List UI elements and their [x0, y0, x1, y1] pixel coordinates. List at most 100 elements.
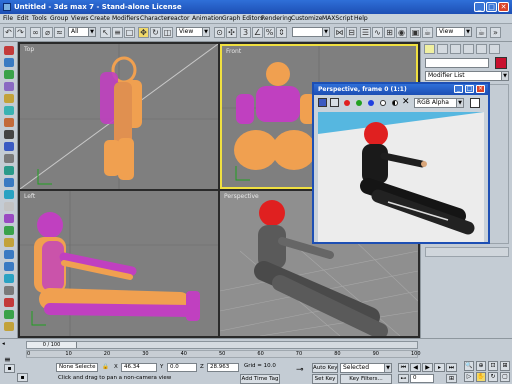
deforming-mesh-icon[interactable]	[4, 94, 14, 103]
x-coordinate-field[interactable]: 46.34	[121, 363, 157, 372]
angle-snap-icon[interactable]: ∠	[252, 27, 263, 38]
utilities-tab-icon[interactable]	[489, 44, 500, 54]
link-icon[interactable]: ∞	[30, 27, 41, 38]
menu-rendering[interactable]: Rendering	[261, 14, 292, 24]
rope-collection-icon[interactable]	[4, 82, 14, 91]
menu-create[interactable]: Create	[90, 14, 110, 24]
soft-body-modifier-icon[interactable]	[4, 262, 14, 271]
snap-icon[interactable]: 3	[240, 27, 251, 38]
property-editor-icon[interactable]	[4, 286, 14, 295]
render-last-icon[interactable]: ☕	[476, 27, 487, 38]
selection-filter-dropdown[interactable]: All ▼	[68, 27, 96, 37]
manipulate-icon[interactable]: ✣	[226, 27, 237, 38]
display-tab-icon[interactable]	[476, 44, 487, 54]
zoom-icon[interactable]: 🔍	[464, 361, 474, 371]
arc-rotate-icon[interactable]: ↻	[488, 372, 498, 382]
clone-window-icon[interactable]	[330, 98, 339, 107]
cloth-modifier-icon[interactable]	[4, 250, 14, 259]
object-color-swatch[interactable]	[495, 57, 507, 69]
modify-tab-icon[interactable]	[437, 44, 448, 54]
rigid-body-collection-icon[interactable]	[4, 46, 14, 55]
render-maximize-button[interactable]: □	[465, 85, 474, 93]
prismatic-icon[interactable]	[4, 178, 14, 187]
ragdoll-icon[interactable]	[4, 166, 14, 175]
zoom-extents-icon[interactable]: ⊡	[488, 361, 498, 371]
curve-editor-icon[interactable]: ∿	[372, 27, 383, 38]
maximize-viewport-icon[interactable]: ▢	[500, 372, 510, 382]
mini-curve-editor-icon[interactable]: ≡	[4, 355, 11, 364]
stack-controls[interactable]	[425, 247, 509, 257]
auto-key-button[interactable]: Auto Key	[312, 363, 338, 373]
hinge-icon[interactable]	[4, 142, 14, 151]
time-configuration-icon[interactable]: ⊞	[446, 374, 457, 383]
maximize-button[interactable]: □	[486, 2, 497, 12]
menu-edit[interactable]: Edit	[17, 14, 29, 24]
time-slider-thumb[interactable]: 0 / 100	[27, 342, 77, 348]
clear-icon[interactable]: ✕	[402, 97, 410, 107]
pivot-center-icon[interactable]: ⊙	[214, 27, 225, 38]
soft-body-collection-icon[interactable]	[4, 70, 14, 79]
green-channel-icon[interactable]	[356, 100, 362, 106]
next-frame-icon[interactable]: ▸	[434, 363, 445, 372]
hierarchy-tab-icon[interactable]	[450, 44, 461, 54]
mirror-icon[interactable]: ⋈	[334, 27, 345, 38]
set-key-button[interactable]: Set Key	[312, 374, 338, 384]
point-to-point-icon[interactable]	[4, 154, 14, 163]
bind-space-warp-icon[interactable]: ≈	[54, 27, 65, 38]
alpha-channel-icon[interactable]	[380, 100, 386, 106]
create-animation-icon[interactable]	[4, 322, 14, 331]
add-time-tag-button[interactable]: Add Time Tag	[240, 374, 280, 384]
select-region-icon[interactable]: □	[124, 27, 135, 38]
monochrome-icon[interactable]	[392, 100, 398, 106]
select-icon[interactable]: ↖	[100, 27, 111, 38]
blue-channel-icon[interactable]	[368, 100, 374, 106]
menu-modifiers[interactable]: Modifiers	[112, 14, 139, 24]
render-scene-icon[interactable]: ▣	[410, 27, 421, 38]
spring-icon[interactable]	[4, 118, 14, 127]
menu-animation[interactable]: Animation	[192, 14, 223, 24]
percent-snap-icon[interactable]: %	[264, 27, 275, 38]
cloth-collection-icon[interactable]	[4, 58, 14, 67]
menu-tools[interactable]: Tools	[32, 14, 47, 24]
time-slider[interactable]: 0 / 100	[26, 341, 418, 349]
unlink-icon[interactable]: ⌀	[42, 27, 53, 38]
menu-customize[interactable]: Customize	[291, 14, 323, 24]
lock-selection-icon[interactable]: 🔒	[102, 364, 109, 370]
y-coordinate-field[interactable]: 0.0	[167, 363, 197, 372]
viewport-left[interactable]: Left	[20, 191, 218, 336]
current-frame-field[interactable]: 0	[410, 374, 434, 383]
render-frame-window[interactable]: Perspective, frame 0 (1:1) _ □ × ✕ RGB A…	[312, 82, 490, 244]
spinner-snap-icon[interactable]: ⇕	[276, 27, 287, 38]
named-selection-dropdown[interactable]: ▼	[292, 27, 330, 37]
plane-icon[interactable]	[4, 106, 14, 115]
analyze-world-icon[interactable]	[4, 298, 14, 307]
viewport-top[interactable]: Top	[20, 44, 218, 189]
render-minimize-button[interactable]: _	[454, 85, 463, 93]
select-by-name-icon[interactable]: ≡	[112, 27, 123, 38]
key-mode-toggle-icon[interactable]: ⊷	[398, 374, 409, 383]
fracture-icon[interactable]	[4, 202, 14, 211]
timeline-start-icon[interactable]: ◂	[2, 341, 5, 347]
layer-manager-icon[interactable]: ☰	[360, 27, 371, 38]
zoom-all-icon[interactable]: ⊕	[476, 361, 486, 371]
minimize-button[interactable]: _	[474, 2, 485, 12]
select-rotate-icon[interactable]: ↻	[150, 27, 161, 38]
modifier-list-dropdown[interactable]: Modifier List ▼	[425, 71, 509, 81]
previous-frame-icon[interactable]: ◀	[410, 363, 421, 372]
undo-icon[interactable]: ↶	[3, 27, 14, 38]
menu-help[interactable]: Help	[354, 14, 368, 24]
key-mode-dropdown[interactable]: Selected ▼	[340, 363, 392, 373]
motor-icon[interactable]	[4, 226, 14, 235]
material-editor-icon[interactable]: ◉	[396, 27, 407, 38]
redo-icon[interactable]: ↷	[15, 27, 26, 38]
quick-render-icon[interactable]: ☕	[422, 27, 433, 38]
save-bitmap-icon[interactable]	[318, 98, 327, 107]
go-to-end-icon[interactable]: ⏭	[446, 363, 457, 372]
key-icon[interactable]: ⊸	[296, 365, 304, 375]
maxscript-mini-icon[interactable]: ▪	[17, 373, 28, 382]
select-move-icon[interactable]: ✥	[138, 27, 149, 38]
menu-views[interactable]: Views	[71, 14, 88, 24]
key-filters-button[interactable]: Key Filters...	[340, 374, 392, 384]
zoom-extents-all-icon[interactable]: ⊞	[500, 361, 510, 371]
render-type-dropdown[interactable]: View ▼	[436, 27, 472, 37]
